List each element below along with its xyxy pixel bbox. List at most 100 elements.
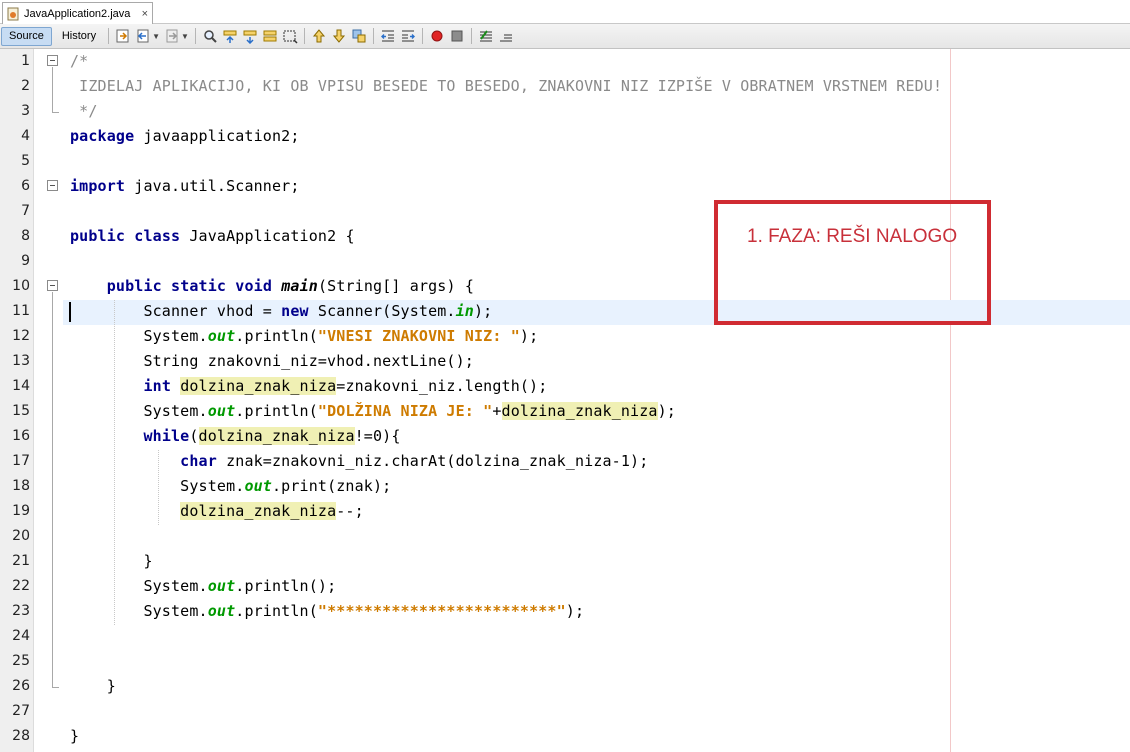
start-macro-icon[interactable] <box>428 27 446 45</box>
line-number: 12 <box>12 328 30 344</box>
line-number: 23 <box>12 603 30 619</box>
find-icon[interactable] <box>201 27 219 45</box>
code-line[interactable]: } <box>70 724 79 749</box>
shift-right-icon[interactable] <box>399 27 417 45</box>
line-number: 11 <box>12 303 30 319</box>
code-token: package <box>70 127 135 145</box>
fold-toggle-icon[interactable] <box>47 55 58 66</box>
uncomment-icon[interactable] <box>497 27 515 45</box>
code-token: dolzina_znak_niza <box>501 402 658 420</box>
code-line[interactable]: int dolzina_znak_niza=znakovni_niz.lengt… <box>70 374 547 399</box>
code-token: =znakovni_niz.length(); <box>336 377 548 395</box>
code-line[interactable]: } <box>70 549 153 574</box>
toolbar-separator <box>303 28 305 44</box>
code-line[interactable]: package javaapplication2; <box>70 124 300 149</box>
code-line[interactable]: IZDELAJ APLIKACIJO, KI OB VPISU BESEDE T… <box>70 74 942 99</box>
forward-history-icon[interactable] <box>163 27 181 45</box>
code-line[interactable]: while(dolzina_znak_niza!=0){ <box>70 424 401 449</box>
code-token: in <box>455 302 474 320</box>
annotation-text: 1. FAZA: REŠI NALOGO <box>747 226 958 247</box>
previous-bookmark-icon[interactable] <box>310 27 328 45</box>
code-line[interactable]: System.out.println("********************… <box>70 599 584 624</box>
stop-macro-icon[interactable] <box>448 27 466 45</box>
line-number: 22 <box>12 578 30 594</box>
find-next-icon[interactable] <box>241 27 259 45</box>
code-token: java.util.Scanner; <box>125 177 300 195</box>
next-bookmark-icon[interactable] <box>330 27 348 45</box>
code-token: static <box>171 277 227 295</box>
code-token: Scanner vhod = <box>70 302 282 320</box>
line-number: 18 <box>12 478 30 494</box>
toggle-rect-selection-icon[interactable] <box>281 27 299 45</box>
line-number: 6 <box>21 178 30 194</box>
toggle-bookmark-icon[interactable] <box>350 27 368 45</box>
code-token: new <box>281 302 309 320</box>
fold-line <box>52 67 53 112</box>
code-token: while <box>143 427 190 445</box>
code-line[interactable]: System.out.println(); <box>70 574 336 599</box>
code-token: ); <box>474 302 493 320</box>
line-number: 2 <box>21 78 30 94</box>
code-token: dolzina_znak_niza <box>180 377 337 395</box>
close-icon[interactable]: × <box>142 8 148 20</box>
line-number: 19 <box>12 503 30 519</box>
code-token: System. <box>70 327 208 345</box>
editor-tabbar: JavaApplication2.java × <box>0 0 1130 24</box>
code-line[interactable]: */ <box>70 99 98 124</box>
indent-guide <box>114 300 115 625</box>
code-token: "DOLŽINA NIZA JE: " <box>317 402 493 420</box>
line-number: 16 <box>12 428 30 444</box>
line-number: 17 <box>12 453 30 469</box>
code-line[interactable]: public static void main(String[] args) { <box>70 274 474 299</box>
code-line[interactable]: System.out.print(znak); <box>70 474 391 499</box>
code-token: /* <box>70 52 89 70</box>
history-button[interactable]: History <box>54 27 104 46</box>
code-token: char <box>180 452 217 470</box>
code-token: ); <box>519 327 539 345</box>
code-line[interactable]: System.out.println("DOLŽINA NIZA JE: "+d… <box>70 399 676 424</box>
comment-icon[interactable] <box>477 27 495 45</box>
line-number: 21 <box>12 553 30 569</box>
code-token: System. <box>70 402 208 420</box>
code-line[interactable]: /* <box>70 49 88 74</box>
code-token: "VNESI ZNAKOVNI NIZ: " <box>317 327 520 345</box>
code-token: !=0){ <box>354 427 401 445</box>
line-number: 20 <box>12 528 30 544</box>
code-editor[interactable]: 1 /* 2 IZDELAJ APLIKACIJO, KI OB VPISU BES… <box>0 49 1130 752</box>
code-token: dolzina_znak_niza <box>198 427 355 445</box>
chevron-down-icon[interactable]: ▼ <box>181 32 189 41</box>
code-line[interactable]: char znak=znakovni_niz.charAt(dolzina_zn… <box>70 449 648 474</box>
code-line[interactable]: Scanner vhod = new Scanner(System.in); <box>70 299 492 324</box>
code-token: public <box>106 277 162 295</box>
line-number: 14 <box>12 378 30 394</box>
fold-toggle-icon[interactable] <box>47 280 58 291</box>
code-line[interactable]: String znakovni_niz=vhod.nextLine(); <box>70 349 474 374</box>
code-line[interactable]: } <box>70 674 116 699</box>
code-token: main <box>281 277 318 295</box>
fold-end <box>52 687 59 688</box>
last-edit-icon[interactable] <box>114 27 132 45</box>
back-history-icon[interactable] <box>134 27 152 45</box>
code-token: .println(); <box>235 577 337 595</box>
code-token: JavaApplication2 { <box>180 227 355 245</box>
line-number: 15 <box>12 403 30 419</box>
fold-toggle-icon[interactable] <box>47 180 58 191</box>
shift-left-icon[interactable] <box>379 27 397 45</box>
text-caret <box>69 302 71 322</box>
code-line[interactable]: System.out.println("VNESI ZNAKOVNI NIZ: … <box>70 324 538 349</box>
file-tab[interactable]: JavaApplication2.java × <box>2 2 153 24</box>
code-token: (String[] args) { <box>317 277 475 295</box>
fold-end <box>52 112 59 113</box>
toolbar-separator <box>421 28 423 44</box>
code-line[interactable]: import java.util.Scanner; <box>70 174 300 199</box>
chevron-down-icon[interactable]: ▼ <box>152 32 160 41</box>
line-number: 27 <box>12 703 30 719</box>
source-button[interactable]: Source <box>1 26 52 46</box>
find-previous-icon[interactable] <box>221 27 239 45</box>
toggle-highlight-icon[interactable] <box>261 27 279 45</box>
code-line[interactable]: public class JavaApplication2 { <box>70 224 355 249</box>
